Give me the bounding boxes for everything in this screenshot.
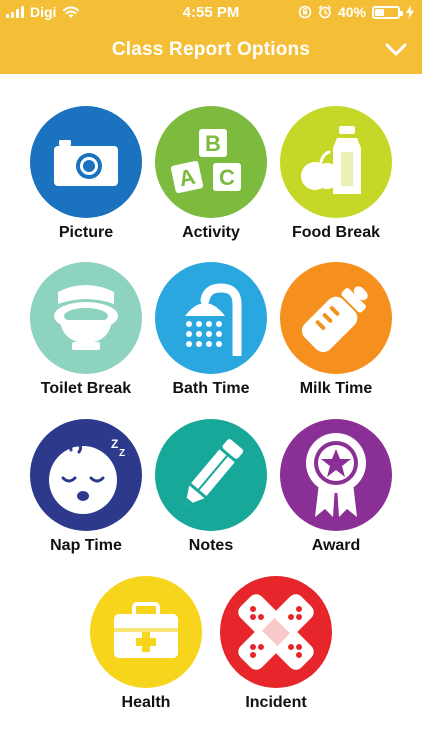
svg-text:C: C xyxy=(219,165,235,190)
food-icon xyxy=(301,126,361,196)
battery-percent: 40% xyxy=(337,4,366,20)
activity-circle: B A C xyxy=(155,106,267,218)
option-label: Picture xyxy=(58,224,114,241)
options-grid: Picture B A C Activity Food Break Toilet… xyxy=(0,74,422,750)
option-label: Incident xyxy=(245,694,307,711)
option-label: Award xyxy=(311,537,361,554)
alarm-icon xyxy=(318,5,332,19)
svg-text:Z: Z xyxy=(119,448,125,459)
option-label: Health xyxy=(121,694,171,711)
option-label: Food Break xyxy=(291,224,380,241)
health-circle xyxy=(90,576,202,688)
notes-circle xyxy=(155,419,267,531)
award-circle xyxy=(280,419,392,531)
option-notes[interactable]: Notes xyxy=(148,419,274,555)
option-nap-time[interactable]: Z Z Nap Time xyxy=(23,419,149,555)
food-break-circle xyxy=(280,106,392,218)
toilet-break-circle xyxy=(30,262,142,374)
option-label: Activity xyxy=(182,224,240,241)
baby-bottle-icon xyxy=(301,286,368,353)
abc-blocks-icon: B A C xyxy=(171,129,241,194)
award-ribbon-icon xyxy=(306,433,366,517)
option-label: Nap Time xyxy=(50,537,122,554)
milk-time-circle xyxy=(280,262,392,374)
option-bath-time[interactable]: Bath Time xyxy=(148,262,274,398)
orientation-lock-icon xyxy=(298,5,312,19)
option-toilet-break[interactable]: Toilet Break xyxy=(23,262,149,398)
option-health[interactable]: Health xyxy=(83,576,209,712)
option-food-break[interactable]: Food Break xyxy=(273,106,399,242)
option-label: Milk Time xyxy=(299,380,373,397)
nap-time-circle: Z Z xyxy=(30,419,142,531)
page-title: Class Report Options xyxy=(111,39,311,60)
chevron-down-icon xyxy=(385,43,407,56)
option-picture[interactable]: Picture xyxy=(23,106,149,242)
option-label: Notes xyxy=(188,537,234,554)
incident-circle xyxy=(220,576,332,688)
report-options-screen: Digi 4:55 PM 40% Class Report Options Pi… xyxy=(0,0,422,750)
top-bar: Digi 4:55 PM 40% Class Report Options xyxy=(0,0,422,74)
collapse-button[interactable] xyxy=(380,34,412,66)
bath-time-circle xyxy=(155,262,267,374)
svg-text:B: B xyxy=(205,131,221,156)
picture-circle xyxy=(30,106,142,218)
option-award[interactable]: Award xyxy=(273,419,399,555)
option-incident[interactable]: Incident xyxy=(213,576,339,712)
sleeping-baby-icon: Z Z xyxy=(49,437,125,514)
bandage-icon xyxy=(238,594,314,670)
shower-icon xyxy=(185,283,242,356)
pencil-icon xyxy=(185,439,244,506)
camera-icon xyxy=(54,140,118,186)
svg-text:Z: Z xyxy=(111,437,118,451)
battery-icon xyxy=(372,5,403,19)
first-aid-kit-icon xyxy=(114,602,178,658)
charging-icon xyxy=(406,5,414,19)
status-bar: Digi 4:55 PM 40% xyxy=(0,0,422,26)
option-activity[interactable]: B A C Activity xyxy=(148,106,274,242)
header: Class Report Options xyxy=(0,26,422,74)
status-right: 40% xyxy=(298,4,414,20)
option-label: Bath Time xyxy=(172,380,250,397)
option-label: Toilet Break xyxy=(40,380,132,397)
option-milk-time[interactable]: Milk Time xyxy=(273,262,399,398)
toilet-icon xyxy=(54,285,118,350)
